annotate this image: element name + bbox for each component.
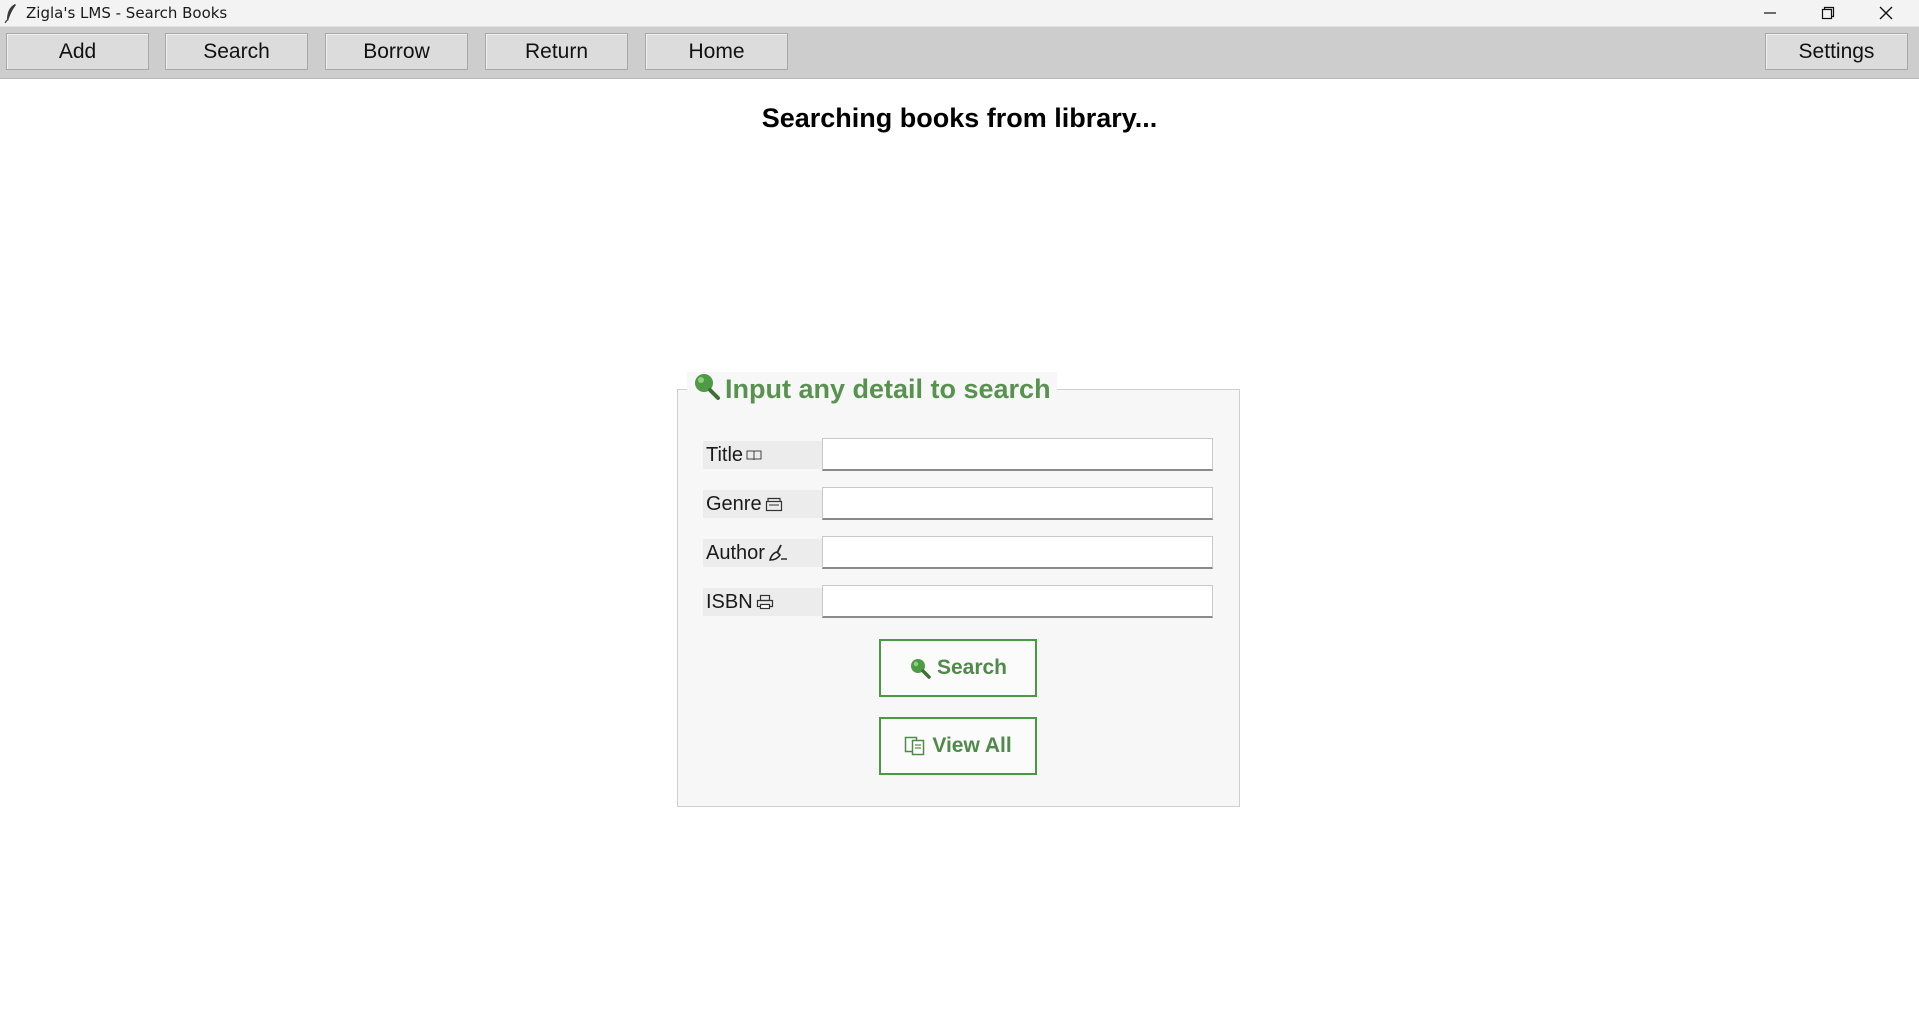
title-label: Title [703, 441, 823, 469]
title-label-text: Title [706, 443, 744, 466]
magnifier-icon [909, 657, 931, 679]
nav-toolbar: Add Search Borrow Return Home Settings [0, 27, 1919, 79]
magnifier-icon [691, 371, 721, 408]
return-button[interactable]: Return [485, 33, 628, 70]
genre-input[interactable] [822, 487, 1213, 520]
writing-hand-icon [768, 544, 788, 562]
printer-icon [756, 594, 774, 610]
card-index-icon [765, 496, 783, 512]
window-titlebar: Zigla's LMS - Search Books [0, 0, 1919, 27]
search-panel-legend: Input any detail to search [687, 372, 1057, 406]
view-all-button-label: View All [932, 734, 1012, 757]
author-label-text: Author [706, 541, 765, 564]
genre-label-text: Genre [706, 492, 762, 515]
author-input[interactable] [822, 536, 1213, 569]
minimize-icon [1764, 12, 1776, 14]
borrow-button[interactable]: Borrow [325, 33, 468, 70]
genre-label: Genre [703, 490, 823, 518]
settings-button[interactable]: Settings [1765, 33, 1908, 70]
open-book-icon [746, 448, 762, 462]
feather-icon [4, 3, 18, 24]
isbn-label: ISBN [703, 588, 823, 616]
search-panel-legend-text: Input any detail to search [725, 373, 1051, 404]
page-title: Searching books from library... [761, 103, 1158, 133]
search-button-label: Search [936, 656, 1008, 679]
search-nav-button[interactable]: Search [165, 33, 308, 70]
isbn-input[interactable] [822, 585, 1213, 618]
search-button[interactable]: Search [879, 639, 1037, 697]
add-button[interactable]: Add [6, 33, 149, 70]
close-icon [1879, 6, 1893, 20]
view-all-button[interactable]: View All [879, 717, 1037, 775]
minimize-button[interactable] [1741, 0, 1799, 26]
author-label: Author [703, 539, 823, 567]
copy-pages-icon [904, 736, 926, 756]
isbn-label-text: ISBN [706, 590, 753, 613]
window-title: Zigla's LMS - Search Books [26, 4, 228, 22]
home-button[interactable]: Home [645, 33, 788, 70]
close-button[interactable] [1857, 0, 1915, 26]
title-input[interactable] [822, 438, 1213, 471]
restore-icon [1821, 6, 1835, 20]
maximize-button[interactable] [1799, 0, 1857, 26]
